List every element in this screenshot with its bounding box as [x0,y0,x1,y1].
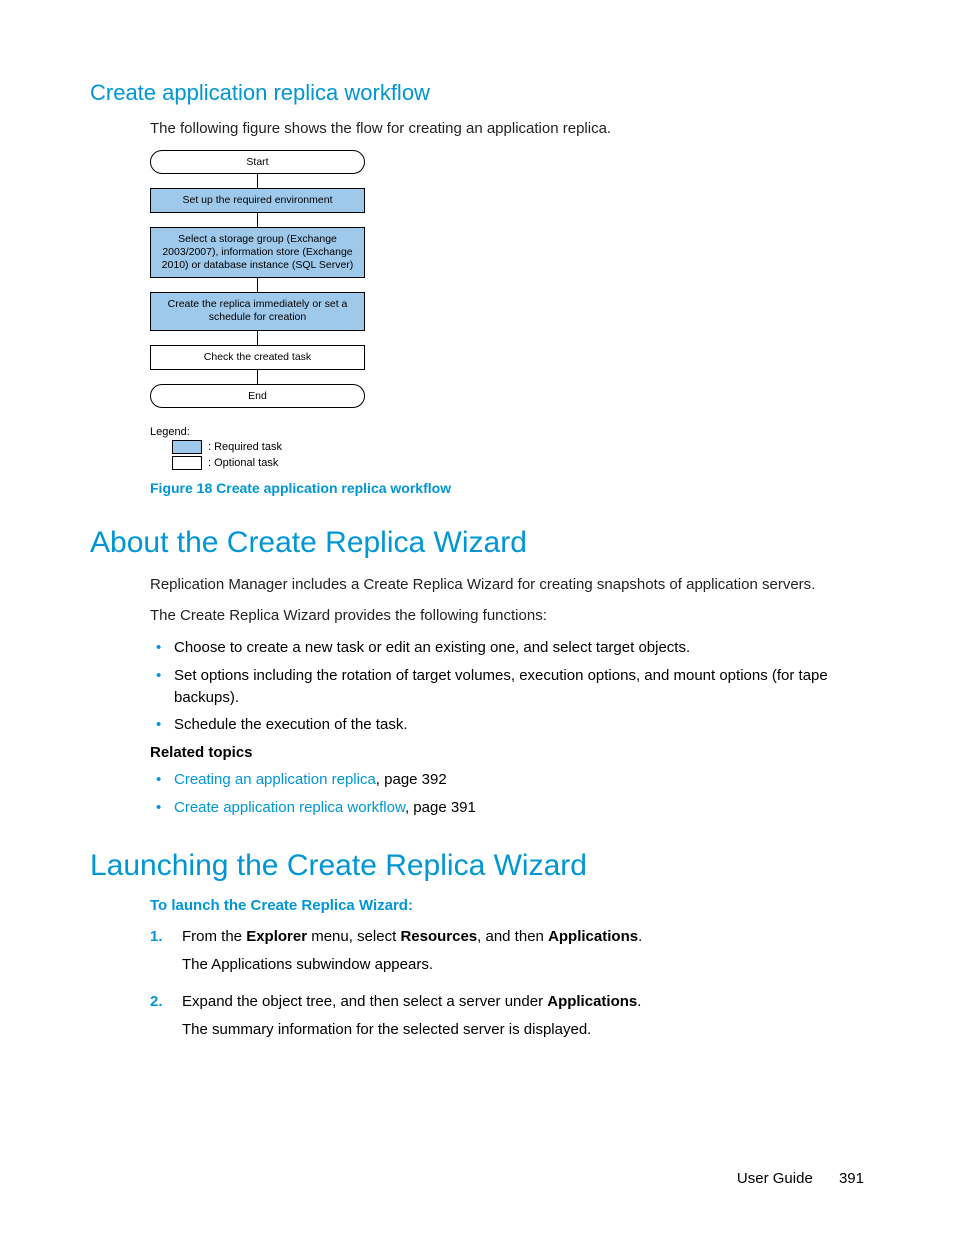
legend-swatch-required [172,440,202,454]
legend-optional-label: : Optional task [208,457,278,469]
intro-text: The following figure shows the flow for … [150,118,864,140]
flow-connector [257,213,258,227]
flow-connector [257,278,258,292]
page-footer: User Guide 391 [737,1170,864,1187]
step-item: Expand the object tree, and then select … [150,991,864,1042]
page-ref: , page 392 [376,771,447,788]
legend-title: Legend: [150,426,864,438]
step-text: . [638,928,642,945]
steps-list: From the Explorer menu, select Resources… [150,926,864,1042]
legend-required-label: : Required task [208,441,282,453]
list-item: Create application replica workflow, pag… [150,797,864,819]
step-text: Expand the object tree, and then select … [182,993,547,1010]
heading-create-workflow: Create application replica workflow [90,80,864,106]
heading-about-wizard: About the Create Replica Wizard [90,526,864,560]
list-item: Creating an application replica, page 39… [150,769,864,791]
figure-caption: Figure 18 Create application replica wor… [150,480,864,496]
list-item: Schedule the execution of the task. [150,714,864,736]
link-create-workflow[interactable]: Create application replica workflow [174,799,405,816]
step-item: From the Explorer menu, select Resources… [150,926,864,977]
legend-swatch-optional [172,456,202,470]
ui-term: Explorer [246,928,307,945]
flow-connector [257,370,258,384]
flow-connector [257,174,258,188]
step-text: menu, select [307,928,400,945]
list-item: Choose to create a new task or edit an e… [150,637,864,659]
flowchart: Start Set up the required environment Se… [150,150,365,408]
step-result: The summary information for the selected… [182,1019,864,1042]
flow-step-setup: Set up the required environment [150,188,365,213]
functions-list: Choose to create a new task or edit an e… [150,637,864,736]
footer-doc-title: User Guide [737,1170,813,1187]
ui-term: Resources [400,928,477,945]
page-ref: , page 391 [405,799,476,816]
procedure-title: To launch the Create Replica Wizard: [150,897,864,914]
flow-start: Start [150,150,365,174]
about-p2: The Create Replica Wizard provides the f… [150,605,864,627]
related-topics-label: Related topics [150,744,864,761]
step-text: , and then [477,928,548,945]
related-topics-list: Creating an application replica, page 39… [150,769,864,819]
legend: Legend: : Required task : Optional task [150,426,864,470]
list-item: Set options including the rotation of ta… [150,665,864,709]
about-p1: Replication Manager includes a Create Re… [150,574,864,596]
step-result: The Applications subwindow appears. [182,954,864,977]
flow-step-create: Create the replica immediately or set a … [150,292,365,330]
flow-connector [257,331,258,345]
step-text: . [637,993,641,1010]
ui-term: Applications [548,928,638,945]
flow-end: End [150,384,365,408]
link-creating-replica[interactable]: Creating an application replica [174,771,376,788]
ui-term: Applications [547,993,637,1010]
footer-page-number: 391 [839,1170,864,1187]
step-text: From the [182,928,246,945]
flow-step-select: Select a storage group (Exchange 2003/20… [150,227,365,278]
flow-step-check: Check the created task [150,345,365,370]
heading-launching-wizard: Launching the Create Replica Wizard [90,849,864,883]
